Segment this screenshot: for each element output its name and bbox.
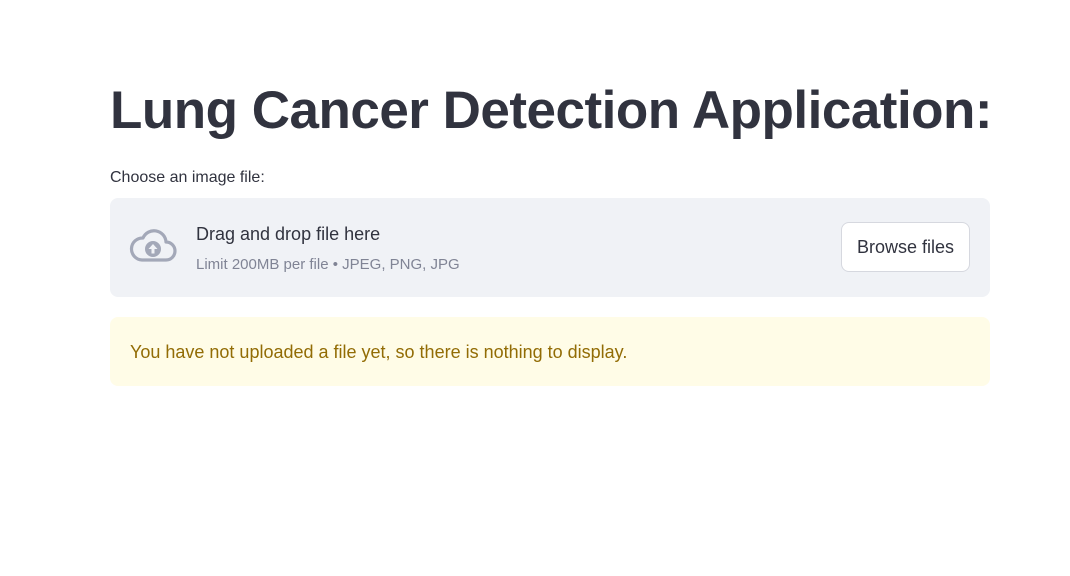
browse-files-button[interactable]: Browse files: [840, 222, 970, 272]
page-title: Lung Cancer Detection Application:: [110, 81, 993, 140]
file-uploader-label: Choose an image file:: [110, 169, 265, 186]
cloud-upload-icon: [129, 228, 177, 264]
dropzone-file-limit: Limit 200MB per file • JPEG, PNG, JPG: [196, 256, 460, 273]
file-dropzone[interactable]: Drag and drop file here Limit 200MB per …: [110, 198, 990, 297]
alert-message: You have not uploaded a file yet, so the…: [130, 342, 628, 362]
dropzone-instructions: Drag and drop file here: [196, 224, 381, 244]
warning-alert: You have not uploaded a file yet, so the…: [110, 317, 990, 386]
